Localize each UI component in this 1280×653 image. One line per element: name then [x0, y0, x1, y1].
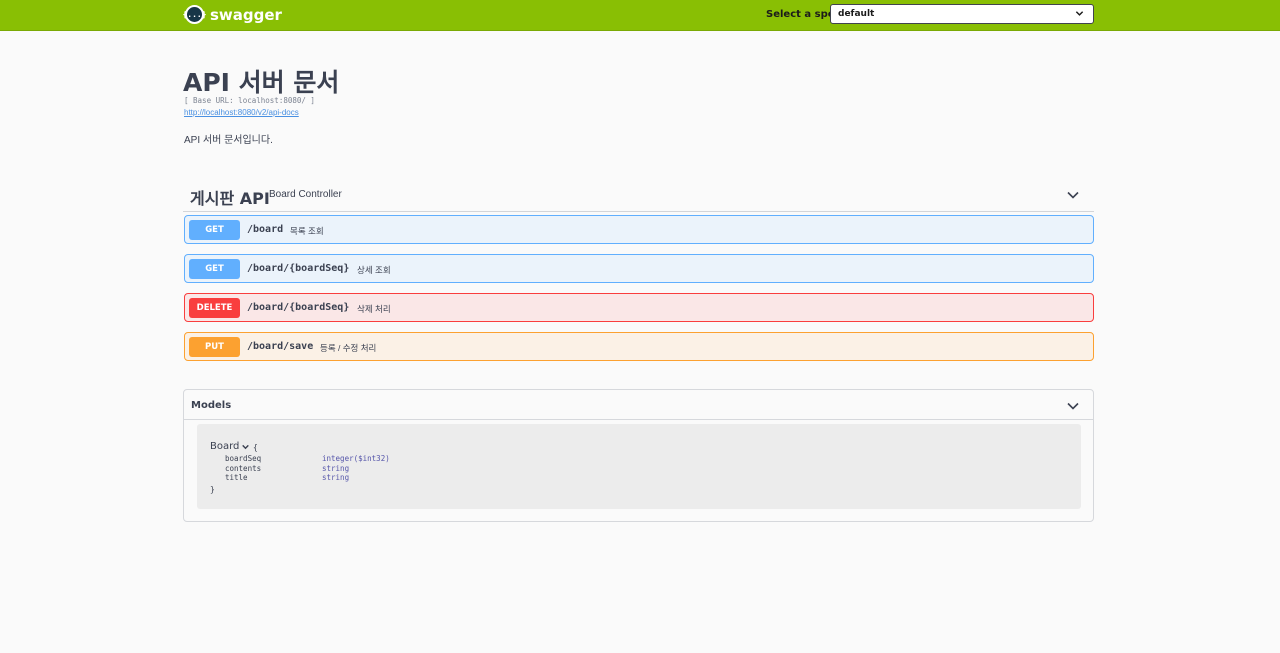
operation-path: /board/{boardSeq} [247, 302, 350, 313]
operation-summary: 상세 조회 [357, 265, 391, 275]
base-url: [ Base URL: localhost:8080/ ] [184, 96, 315, 105]
operation-summary: 등록 / 수정 처리 [320, 343, 377, 353]
model-close-brace: } [210, 485, 215, 494]
model-board: Board { boardSeq integer($int32) content… [197, 424, 1081, 509]
tag-description: Board Controller [269, 189, 342, 200]
operation-put-board-save[interactable]: PUT /board/save 등록 / 수정 처리 [184, 332, 1094, 361]
operation-get-board[interactable]: GET /board 목록 조회 [184, 215, 1094, 244]
operation-path: /board/save [247, 341, 314, 352]
models-title: Models [191, 400, 232, 411]
model-name[interactable]: Board [210, 441, 239, 452]
model-prop-name: contents [225, 464, 262, 473]
model-prop-name: title [225, 473, 248, 482]
brand-name: swagger [210, 5, 282, 24]
spec-select-value: default [838, 9, 875, 19]
operation-delete-board-seq[interactable]: DELETE /board/{boardSeq} 삭제 처리 [184, 293, 1094, 322]
method-badge: GET [189, 259, 240, 279]
operation-summary: 목록 조회 [290, 226, 324, 236]
tag-header-board[interactable]: 게시판 API Board Controller [183, 179, 1094, 212]
method-badge: DELETE [189, 298, 240, 318]
model-open-brace: { [253, 443, 258, 452]
method-badge: PUT [189, 337, 240, 357]
models-section: Models Board { boardSeq integer($int32) … [183, 389, 1094, 522]
chevron-down-icon [1075, 11, 1084, 16]
method-badge: GET [189, 220, 240, 240]
swagger-logo-link[interactable]: {...} swagger [182, 5, 282, 24]
operation-path: /board/{boardSeq} [247, 263, 350, 274]
api-description: API 서버 문서입니다. [184, 135, 273, 146]
operation-get-board-seq[interactable]: GET /board/{boardSeq} 상세 조회 [184, 254, 1094, 283]
operation-path: /board [247, 224, 284, 235]
model-prop-type: string [322, 464, 350, 473]
spec-select[interactable]: default [830, 4, 1094, 24]
model-prop-type: string [322, 473, 350, 482]
models-header[interactable]: Models [184, 390, 1093, 420]
tag-name: 게시판 API [190, 189, 270, 208]
chevron-down-icon[interactable] [241, 443, 250, 451]
operation-summary: 삭제 처리 [357, 304, 391, 314]
topbar: {...} swagger Select a spec default [0, 0, 1280, 31]
model-prop-type: integer($int32) [322, 454, 390, 463]
model-prop-name: boardSeq [225, 454, 262, 463]
swagger-logo-icon: {...} [182, 5, 207, 24]
chevron-down-icon[interactable] [1066, 399, 1080, 413]
api-docs-link[interactable]: http://localhost:8080/v2/api-docs [184, 108, 299, 117]
chevron-down-icon[interactable] [1066, 188, 1080, 202]
page-title: API 서버 문서 [183, 68, 340, 97]
